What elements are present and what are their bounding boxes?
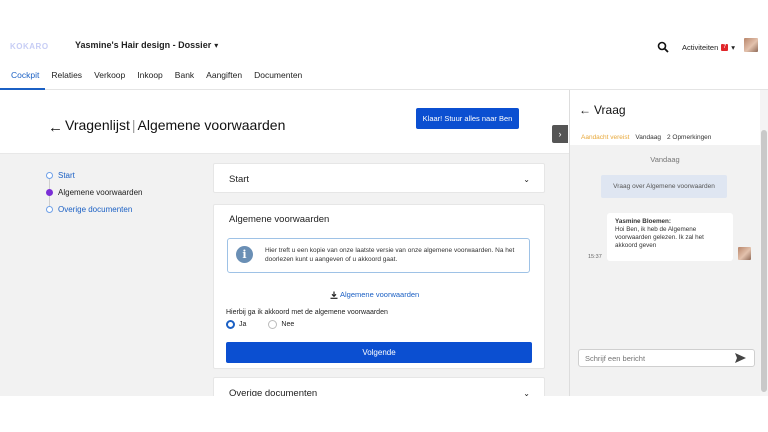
chat-message: Yasmine Bloemen: Hoi Ben, ik heb de Alge… [607, 213, 733, 261]
chevron-down-icon: ▾ [731, 43, 736, 52]
info-box: i Hier treft u een kopie van onze laatst… [227, 238, 530, 273]
card-start[interactable]: Start ⌄ [213, 163, 545, 193]
panel-collapse-button[interactable]: › [552, 125, 568, 143]
dossier-selector[interactable]: Yasmine's Hair design - Dossier ▾ [75, 40, 218, 50]
nav-aangiften[interactable]: Aangiften [206, 66, 242, 90]
nav-relaties[interactable]: Relaties [51, 66, 82, 90]
message-sender: Yasmine Bloemen: [615, 218, 671, 225]
stepper: Start Algemene voorwaarden Overige docum… [46, 167, 143, 218]
panel-scrollbar[interactable] [760, 90, 768, 396]
nav-bank[interactable]: Bank [175, 66, 194, 90]
activiteiten-menu[interactable]: Activiteiten 7 ▾ [682, 43, 735, 52]
question-bubble: Vraag over Algemene voorwaarden [601, 175, 727, 198]
info-text: Hier treft u een kopie van onze laatste … [265, 247, 515, 263]
radio-ja-label[interactable]: Ja [239, 321, 246, 328]
next-button[interactable]: Volgende [226, 342, 532, 363]
sender-avatar [738, 247, 751, 260]
step-overige-documenten[interactable]: Overige documenten [46, 201, 143, 218]
logo[interactable]: KOKARO [10, 42, 49, 51]
title-separator: | [131, 117, 136, 133]
nav-verkoop[interactable]: Verkoop [94, 66, 125, 90]
step-dot [46, 189, 53, 196]
chevron-down-icon: ▾ [214, 40, 219, 50]
top-bar: KOKARO Yasmine's Hair design - Dossier ▾… [0, 0, 768, 66]
activiteiten-label: Activiteiten [682, 43, 719, 52]
panel-title: ← Vraag [579, 103, 626, 117]
page-header: ← Vragenlijst | Algemene voorwaarden Klaar… [0, 90, 569, 154]
chevron-down-icon[interactable]: ⌄ [523, 175, 530, 184]
nav-inkoop[interactable]: Inkoop [137, 66, 163, 90]
question-label: Hierbij ga ik akkoord met de algemene vo… [226, 309, 388, 316]
step-label: Algemene voorwaarden [58, 188, 143, 197]
step-dot [46, 172, 53, 179]
remarks-count: 2 Opmerkingen [666, 134, 712, 141]
card-start-title: Start [229, 174, 250, 185]
radio-nee[interactable] [268, 320, 278, 329]
message-input[interactable] [578, 349, 755, 367]
day-separator: Vandaag [650, 155, 680, 164]
page-title-main: Vragenlijst [65, 117, 130, 133]
status-badge: Aandacht vereist [581, 134, 630, 141]
radio-ja[interactable] [226, 320, 235, 329]
card-av-title: Algemene voorwaarden [229, 214, 330, 225]
step-label: Start [58, 171, 75, 180]
step-start[interactable]: Start [46, 167, 143, 184]
search-icon[interactable] [657, 41, 669, 53]
nav-documenten[interactable]: Documenten [254, 66, 302, 90]
info-icon: i [236, 246, 253, 263]
download-link[interactable]: Algemene voorwaarden [330, 290, 419, 299]
page-title: Vragenlijst | Algemene voorwaarden [65, 117, 285, 133]
submit-all-button[interactable]: Klaar! Stuur alles naar Ben [416, 108, 519, 129]
send-icon[interactable] [735, 353, 746, 363]
page-title-sub: Algemene voorwaarden [137, 117, 286, 133]
activiteiten-badge: 7 [721, 44, 729, 51]
back-arrow-icon[interactable]: ← [48, 119, 63, 136]
back-arrow-icon[interactable]: ← [579, 103, 591, 117]
step-label: Overige documenten [58, 205, 133, 214]
download-label: Algemene voorwaarden [340, 290, 420, 299]
nav-cockpit[interactable]: Cockpit [0, 66, 46, 91]
question-panel: ← Vraag Aandacht vereist Vandaag 2 Opmer… [569, 90, 768, 396]
panel-date: Vandaag [635, 134, 661, 141]
radio-nee-label[interactable]: Nee [281, 321, 294, 328]
chat-area: Vandaag Vraag over Algemene voorwaarden … [570, 145, 760, 396]
dossier-title: Yasmine's Hair design - Dossier [75, 40, 212, 50]
panel-meta: Aandacht vereist Vandaag 2 Opmerkingen [581, 134, 711, 141]
step-dot [46, 206, 53, 213]
step-algemene-voorwaarden[interactable]: Algemene voorwaarden [46, 184, 143, 201]
user-avatar[interactable] [744, 38, 758, 52]
download-icon [330, 291, 338, 299]
message-text: Hoi Ben, ik heb de Algemene voorwaarden … [615, 226, 704, 249]
message-time: 15:37 [588, 254, 602, 260]
scrollbar-thumb[interactable] [761, 130, 767, 392]
panel-title-text: Vraag [594, 103, 626, 117]
bottom-margin [0, 396, 768, 432]
radio-group: Ja Nee [226, 320, 294, 329]
main-nav: Cockpit Relaties Verkoop Inkoop Bank Aan… [0, 66, 768, 91]
